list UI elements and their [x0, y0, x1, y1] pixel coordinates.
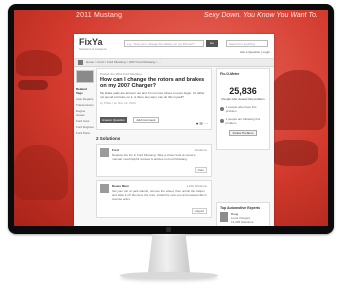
solutions-title: 2 Solutions [96, 136, 121, 141]
ask-question-link[interactable]: Ask a Question | Login [240, 50, 270, 54]
solution-author-stats: 1,106 Solutions [186, 184, 207, 188]
site-logo[interactable]: FixYa [79, 37, 103, 47]
helpful-button[interactable]: Helpful [191, 208, 207, 214]
ad-title[interactable]: 2011 Mustang [76, 12, 122, 19]
site-page: FixYa Solutions & Answers e.g. "How can … [74, 34, 274, 226]
tag-link[interactable]: Ford Engines [76, 125, 94, 129]
tag-link[interactable]: Ford Parts [76, 131, 94, 135]
car-image [270, 140, 318, 166]
follow-problem-button[interactable]: Follow Problem [229, 130, 257, 136]
ad-slogan[interactable]: Sexy Down. You Know You Want To. [204, 12, 318, 19]
question-card: Posted Jun 2011 Ford Mustang How can I c… [96, 68, 212, 130]
question-meta: Posted Jun 2011 Ford Mustang [100, 72, 142, 76]
right-sidebar: Fix-O-Meter 25,836 People who viewed thi… [216, 68, 270, 226]
follow-text: 1 people are following this problem [225, 117, 261, 125]
breadcrumb-bar: Home > Ford > Ford Mustang > 2007 Ford M… [74, 59, 274, 67]
related-tags-title: Related Tags [76, 87, 87, 95]
search-button[interactable]: Go [206, 40, 218, 47]
search-input[interactable]: e.g. "How can I change the battery on my… [124, 40, 204, 47]
avatar[interactable] [100, 148, 109, 157]
view-count: 25,836 [229, 86, 257, 96]
add-comment-button[interactable]: Add Comment [133, 117, 159, 123]
solution-text: Set your car on jack stands, remove the … [112, 189, 207, 201]
share-icons[interactable]: ♥ ✉ ⋯ [196, 121, 208, 126]
brand-search-input[interactable]: Search for anything [226, 40, 268, 47]
avatar[interactable] [100, 184, 109, 193]
rate-button[interactable]: Rate [194, 167, 207, 173]
expert-solutions: 13,306 Solutions [231, 220, 254, 224]
expert-stats: Level 3 Expert 13,306 Solutions [231, 216, 253, 224]
car-image [268, 70, 326, 130]
solution-item: Ford Solutions Replace the tire in Ford … [96, 144, 212, 177]
question-byline: by Philip | on Nov 12, 2010 [100, 101, 136, 105]
follow-line: 1 people are following this problem [220, 117, 266, 125]
logo-tagline: Solutions & Answers [79, 47, 107, 51]
tag-link[interactable]: Transmission [76, 103, 94, 107]
answer-question-button[interactable]: Answer Question [100, 117, 127, 123]
car-image [14, 145, 68, 200]
main-column: Posted Jun 2011 Ford Mustang How can I c… [96, 68, 212, 218]
fix-o-meter-panel: Fix-O-Meter 25,836 People who viewed thi… [216, 68, 270, 150]
tag-link[interactable]: Engine Issues [76, 109, 94, 117]
screen: 2011 Mustang Sexy Down. You Know You Wan… [14, 10, 328, 226]
car-image [18, 80, 48, 90]
experts-title: Top Automotive Experts [220, 206, 261, 210]
question-body: My brake pads are all worn out and I'm n… [100, 91, 205, 99]
home-icon[interactable] [78, 60, 83, 65]
tag-link[interactable]: Ford Cars [76, 119, 94, 123]
solution-text: Replace the tire in Ford Mustang: Take a… [112, 153, 196, 161]
car-image [16, 50, 62, 76]
question-actions: Answer Question Add Comment [100, 108, 159, 126]
follow-line: 1 people also have this problem [220, 105, 266, 113]
monitor-base [120, 272, 218, 279]
view-count-label: People who viewed this problem [221, 97, 265, 101]
monitor: 2011 Mustang Sexy Down. You Know You Wan… [8, 4, 334, 234]
panel-title: Fix-O-Meter [220, 72, 240, 76]
left-sidebar: Related Tags Auto Repairs Transmission E… [76, 70, 94, 135]
question-title: How can I change the rotors and brakes o… [100, 77, 205, 89]
experts-panel: Top Automotive Experts Doug Level 3 Expe… [216, 202, 270, 226]
solution-author[interactable]: Deuce Mest [112, 184, 129, 188]
monitor-stand [147, 234, 191, 274]
follow-text: 1 people also have this problem [225, 105, 257, 113]
product-thumbnail[interactable] [76, 70, 94, 83]
person-icon [220, 119, 224, 123]
site-header: FixYa Solutions & Answers e.g. "How can … [74, 34, 274, 59]
person-icon [220, 107, 224, 111]
solution-author-stats: Solutions [194, 148, 207, 152]
solution-item: Deuce Mest 1,106 Solutions Set your car … [96, 180, 212, 218]
expert-avatar[interactable] [220, 212, 228, 222]
solution-author[interactable]: Ford [112, 148, 119, 152]
breadcrumb[interactable]: Home > Ford > Ford Mustang > 2007 Ford M… [86, 60, 161, 64]
tag-link[interactable]: Auto Repairs [76, 97, 94, 101]
apple-logo-icon [166, 227, 171, 232]
